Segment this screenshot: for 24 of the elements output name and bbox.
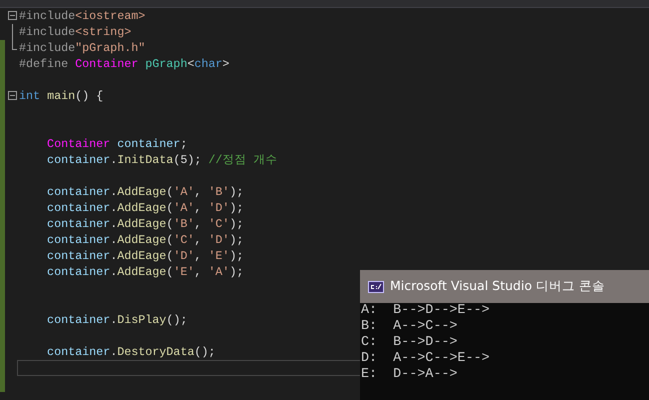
console-output-line: C: B-->D--> xyxy=(360,335,458,351)
code-line: container.InitData(5); //정점 개수 xyxy=(46,152,278,168)
collapse-icon[interactable] xyxy=(8,91,17,100)
code-line: container.DisPlay(); xyxy=(46,312,188,328)
code-line: container.AddEage('D', 'E'); xyxy=(46,248,244,264)
code-line: #include<string> xyxy=(19,24,132,40)
console-output-line: E: D-->A--> xyxy=(360,367,458,383)
code-line: container.AddEage('C', 'D'); xyxy=(46,232,244,248)
code-line: container.AddEage('A', 'D'); xyxy=(46,200,244,216)
code-line: container.AddEage('E', 'A'); xyxy=(46,264,244,280)
console-title: Microsoft Visual Studio 디버그 콘솔 xyxy=(390,277,605,296)
code-line: container.DestoryData(); xyxy=(46,344,216,360)
code-line: #include"pGraph.h" xyxy=(19,40,146,56)
console-icon xyxy=(368,280,384,292)
console-output-line: B: A-->C--> xyxy=(360,319,458,335)
console-output-line: A: B-->D-->E--> xyxy=(360,303,491,319)
code-line: Container container; xyxy=(46,136,188,152)
code-line: container.AddEage('B', 'C'); xyxy=(46,216,244,232)
collapse-icon[interactable] xyxy=(8,11,17,20)
code-line: container.AddEage('A', 'B'); xyxy=(46,184,244,200)
code-line: #include<iostream> xyxy=(19,8,146,24)
code-line: int main() { xyxy=(19,88,104,104)
console-output-line: D: A-->C-->E--> xyxy=(360,351,491,367)
code-line: #define Container pGraph<char> xyxy=(19,56,230,72)
